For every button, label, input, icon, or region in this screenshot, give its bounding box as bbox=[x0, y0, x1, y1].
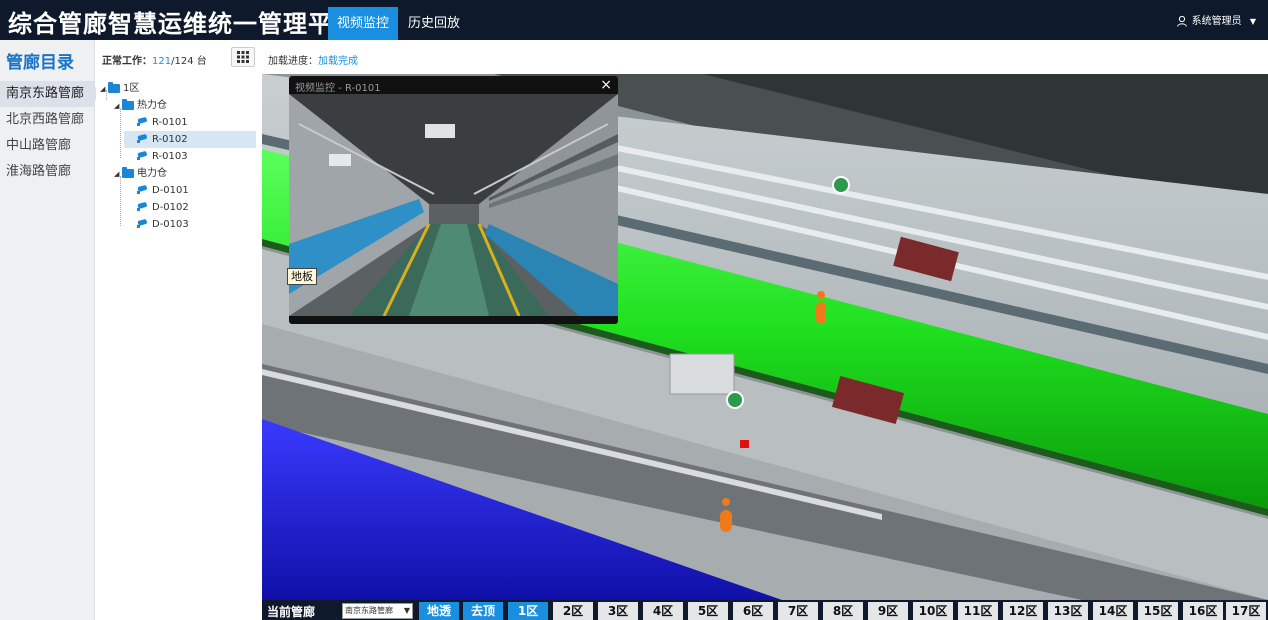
sidebar-item-beijing-west[interactable]: 北京西路管廊 bbox=[0, 107, 95, 133]
zone-14-button[interactable]: 14区 bbox=[1093, 602, 1133, 620]
user-menu[interactable]: 系统管理员 ▼ bbox=[1176, 12, 1256, 27]
camera-icon bbox=[137, 219, 147, 228]
collapse-icon: ◢ bbox=[114, 102, 120, 110]
tree-node-camera-d0101[interactable]: D-0101 bbox=[136, 182, 189, 199]
floor-label: 地板 bbox=[287, 268, 317, 285]
folder-icon bbox=[108, 81, 120, 93]
tree-node-label: R-0102 bbox=[152, 134, 188, 145]
tree-node-camera-r0102[interactable]: R-0102 bbox=[124, 131, 256, 148]
camera-icon bbox=[137, 202, 147, 211]
zone-11-button[interactable]: 11区 bbox=[958, 602, 998, 620]
loading-state: 加载完成 bbox=[318, 56, 358, 67]
zone-15-button[interactable]: 15区 bbox=[1138, 602, 1178, 620]
loading-status: 加载进度：加载完成 bbox=[268, 52, 358, 67]
tree-node-heat-cabin[interactable]: ◢ 热力仓 bbox=[114, 97, 167, 114]
tree-node-camera-d0102[interactable]: D-0102 bbox=[136, 199, 189, 216]
camera-icon bbox=[137, 151, 147, 160]
sidebar-item-zhongshan[interactable]: 中山路管廊 bbox=[0, 133, 95, 159]
tree-node-camera-r0103[interactable]: R-0103 bbox=[136, 148, 188, 165]
tree-node-label: D-0101 bbox=[152, 185, 189, 196]
tree-node-camera-r0101[interactable]: R-0101 bbox=[136, 114, 188, 131]
sidebar-item-huaihai[interactable]: 淮海路管廊 bbox=[0, 159, 95, 185]
collapse-icon: ◢ bbox=[114, 170, 120, 178]
folder-icon bbox=[122, 166, 134, 178]
tree-node-power-cabin[interactable]: ◢ 电力仓 bbox=[114, 165, 167, 182]
zone-6-button[interactable]: 6区 bbox=[733, 602, 773, 620]
tree-node-camera-d0103[interactable]: D-0103 bbox=[136, 216, 189, 233]
zone-17-button[interactable]: 17区 bbox=[1226, 602, 1266, 620]
corridor-select[interactable]: 南京东路管廊 ▼ bbox=[342, 603, 413, 619]
current-corridor-label: 当前管廊 bbox=[267, 605, 316, 619]
video-frame[interactable] bbox=[289, 94, 618, 316]
equipment-box bbox=[669, 353, 735, 395]
zone-10-button[interactable]: 10区 bbox=[913, 602, 953, 620]
alarm-marker bbox=[740, 440, 749, 448]
video-title: 视频监控 - R-0101 bbox=[295, 83, 381, 94]
corridor-select-value: 南京东路管廊 bbox=[345, 606, 393, 615]
camera-tree-panel: 正常工作：121/124 台 ◢ 1区 ◢ 热力仓 R-0101 R-0102 R-… bbox=[96, 40, 260, 620]
zone-5-button[interactable]: 5区 bbox=[688, 602, 728, 620]
app-title: 综合管廊智慧运维统一管理平台 bbox=[8, 10, 358, 38]
tab-video-monitor[interactable]: 视频监控 bbox=[328, 7, 399, 40]
zone-3-button[interactable]: 3区 bbox=[598, 602, 638, 620]
zone-12-button[interactable]: 12区 bbox=[1003, 602, 1043, 620]
tree-node-label: D-0103 bbox=[152, 219, 189, 230]
tree-node-zone-1[interactable]: ◢ 1区 bbox=[100, 80, 139, 97]
zone-13-button[interactable]: 13区 bbox=[1048, 602, 1088, 620]
remove-roof-button[interactable]: 去顶 bbox=[463, 602, 503, 620]
collapse-icon: ◢ bbox=[100, 85, 106, 93]
loading-label: 加载进度： bbox=[268, 56, 318, 67]
total-count: /124 台 bbox=[171, 56, 207, 67]
zone-16-button[interactable]: 16区 bbox=[1183, 602, 1223, 620]
grid-icon bbox=[237, 51, 249, 63]
folder-icon bbox=[122, 98, 134, 110]
camera-icon bbox=[137, 134, 147, 143]
camera-icon bbox=[137, 185, 147, 194]
sidebar-item-nanjing-east[interactable]: 南京东路管廊 bbox=[0, 81, 102, 107]
close-icon[interactable]: × bbox=[600, 77, 612, 93]
camera-icon bbox=[137, 117, 147, 126]
zone-9-button[interactable]: 9区 bbox=[868, 602, 908, 620]
tab-history-playback[interactable]: 历史回放 bbox=[399, 7, 469, 40]
directory-title: 管廊目录 bbox=[6, 53, 74, 73]
work-status: 正常工作：121/124 台 bbox=[102, 52, 207, 67]
work-status-label: 正常工作： bbox=[102, 56, 152, 67]
video-feed-image bbox=[289, 94, 618, 316]
zone-7-button[interactable]: 7区 bbox=[778, 602, 818, 620]
ground-transparent-button[interactable]: 地透 bbox=[419, 602, 459, 620]
zone-2-button[interactable]: 2区 bbox=[553, 602, 593, 620]
tree-node-label: D-0102 bbox=[152, 202, 189, 213]
zone-4-button[interactable]: 4区 bbox=[643, 602, 683, 620]
tree-node-label: R-0101 bbox=[152, 117, 188, 128]
zone-8-button[interactable]: 8区 bbox=[823, 602, 863, 620]
tree-node-label: 热力仓 bbox=[137, 100, 167, 111]
bottom-toolbar: 当前管廊 南京东路管廊 ▼ 地透 去顶 1区 2区 3区 4区 5区 6区 7区… bbox=[262, 600, 1268, 620]
working-count: 121 bbox=[152, 56, 172, 67]
zone-1-button[interactable]: 1区 bbox=[508, 602, 548, 620]
tree-node-label: 1区 bbox=[123, 83, 140, 94]
chevron-down-icon: ▼ bbox=[1249, 17, 1256, 26]
tree-node-label: R-0103 bbox=[152, 151, 188, 162]
corridor-directory: 管廊目录 南京东路管廊 北京西路管廊 中山路管廊 淮海路管廊 bbox=[0, 40, 102, 620]
grid-view-button[interactable] bbox=[231, 47, 255, 67]
chevron-down-icon: ▼ bbox=[403, 606, 410, 615]
top-header: 综合管廊智慧运维统一管理平台 视频监控 历史回放 系统管理员 ▼ bbox=[0, 0, 1268, 40]
video-monitor-popup: 视频监控 - R-0101 × bbox=[289, 76, 618, 324]
loading-status-bar: 加载进度：加载完成 bbox=[262, 40, 1268, 74]
user-icon bbox=[1176, 15, 1187, 27]
user-name: 系统管理员 bbox=[1191, 16, 1242, 27]
tree-node-label: 电力仓 bbox=[137, 168, 167, 179]
